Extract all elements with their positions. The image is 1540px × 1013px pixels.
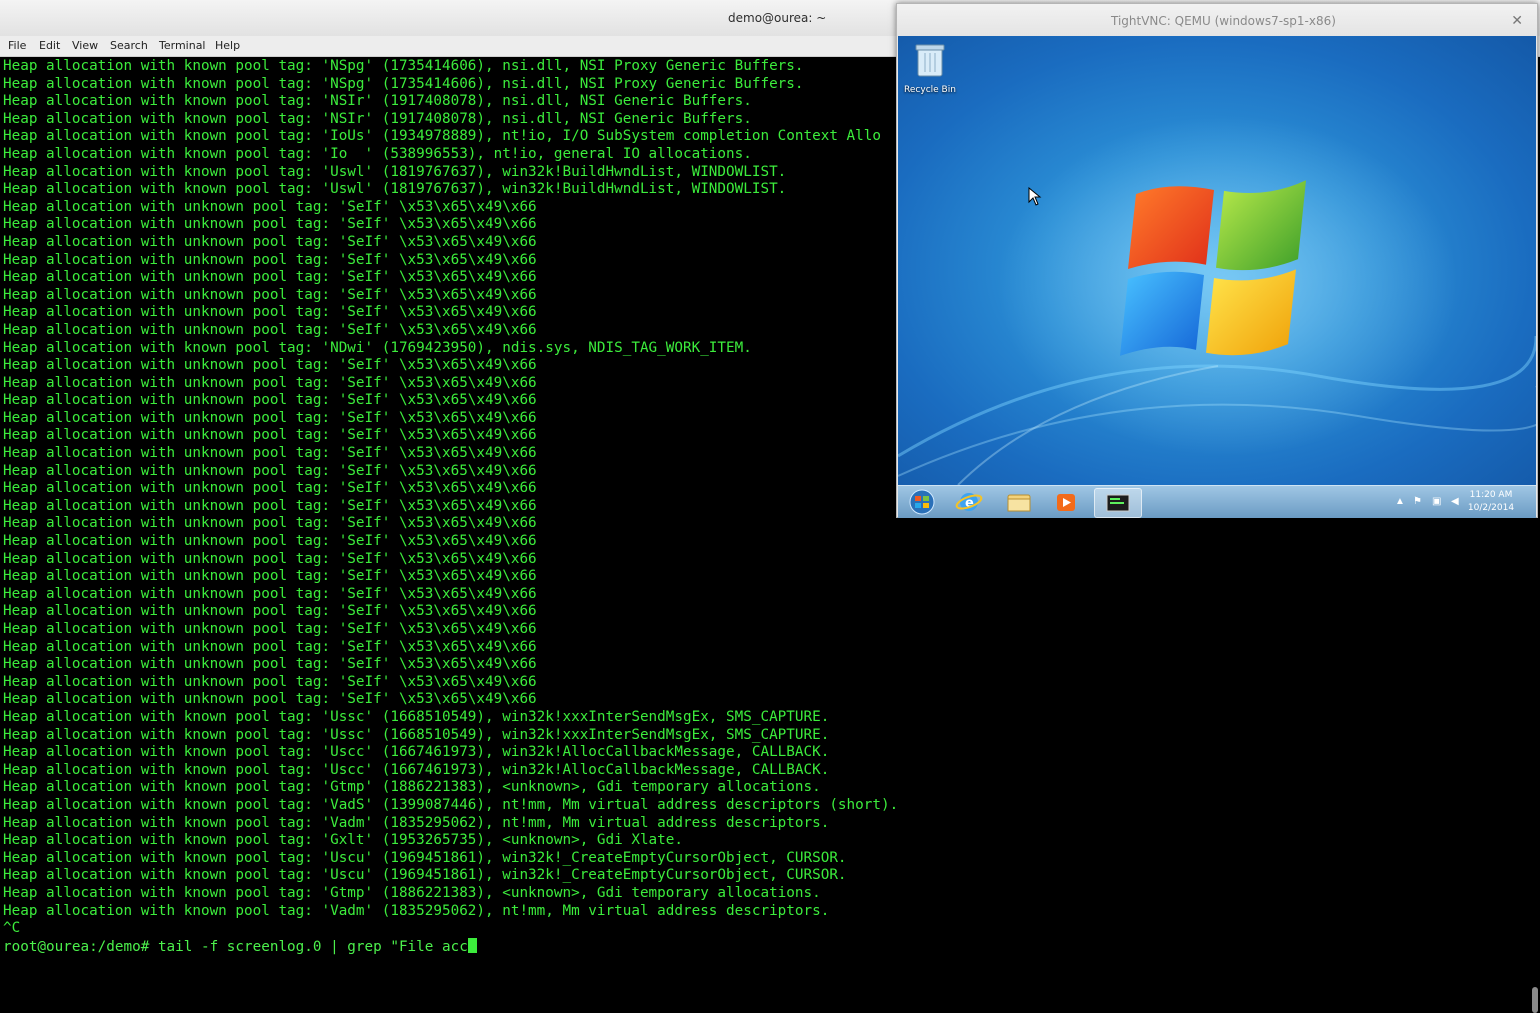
terminal-line: Heap allocation with known pool tag: 'Us… [3,726,830,743]
terminal-line: Heap allocation with known pool tag: 'NS… [3,75,804,92]
terminal-line: Heap allocation with known pool tag: 'NS… [3,93,752,110]
terminal-line: Heap allocation with unknown pool tag: '… [3,515,537,532]
terminal-line: Heap allocation with known pool tag: 'Us… [3,849,847,866]
terminal-app-icon [1106,494,1130,512]
close-icon[interactable]: ✕ [1511,12,1523,29]
terminal-line: Heap allocation with known pool tag: 'Va… [3,796,899,813]
terminal-line: Heap allocation with known pool tag: 'NS… [3,110,752,127]
terminal-line: Heap allocation with unknown pool tag: '… [3,568,537,585]
terminal-line: Heap allocation with unknown pool tag: '… [3,497,537,514]
vnc-viewer-window[interactable]: TightVNC: QEMU (windows7-sp1-x86) ✕ Recy… [896,3,1538,518]
terminal-line: Heap allocation with unknown pool tag: '… [3,357,537,374]
terminal-line: Heap allocation with known pool tag: 'Gx… [3,832,683,849]
terminal-line: Heap allocation with unknown pool tag: '… [3,269,537,286]
recycle-bin-label: Recycle Bin [904,85,956,95]
terminal-window-title: demo@ourea: ~ [728,11,827,25]
internet-explorer-icon: e [955,493,983,511]
terminal-line: Heap allocation with known pool tag: 'Io… [3,128,881,145]
desktop-wallpaper [898,116,1536,485]
menu-edit[interactable]: Edit [39,39,60,52]
terminal-line: Heap allocation with unknown pool tag: '… [3,409,537,426]
menu-help[interactable]: Help [215,39,240,52]
terminal-line: Heap allocation with unknown pool tag: '… [3,392,537,409]
terminal-line: Heap allocation with unknown pool tag: '… [3,656,537,673]
recycle-bin-icon [915,44,945,77]
start-button[interactable] [901,488,943,516]
terminal-line: Heap allocation with unknown pool tag: '… [3,603,537,620]
taskbar-internet-explorer[interactable]: e [948,488,990,516]
terminal-line: Heap allocation with unknown pool tag: '… [3,374,537,391]
shell-command-input[interactable]: tail -f screenlog.0 | grep "File acc [158,939,468,955]
volume-icon[interactable]: ◀ [1451,496,1459,507]
media-player-icon [1057,494,1075,511]
terminal-line: Heap allocation with known pool tag: 'Gt… [3,884,821,901]
windows7-desktop[interactable]: Recycle Bin [898,36,1536,485]
terminal-line: Heap allocation with unknown pool tag: '… [3,198,537,215]
vnc-window-title: TightVNC: QEMU (windows7-sp1-x86) [1111,14,1336,28]
terminal-line: Heap allocation with unknown pool tag: '… [3,480,537,497]
terminal-line: Heap allocation with unknown pool tag: '… [3,286,537,303]
terminal-line: Heap allocation with known pool tag: 'Us… [3,744,830,761]
terminal-line: ^C [3,920,21,937]
taskbar-media-player[interactable] [1046,488,1088,516]
terminal-line: Heap allocation with unknown pool tag: '… [3,621,537,637]
tray-clock-date[interactable]: 10/2/2014 [1466,503,1516,513]
desktop-icon-recycle-bin[interactable]: Recycle Bin [904,42,956,95]
terminal-line: Heap allocation with known pool tag: 'Io… [3,145,752,162]
terminal-line: Heap allocation with unknown pool tag: '… [3,673,537,690]
terminal-line: Heap allocation with unknown pool tag: '… [3,533,537,550]
menu-file[interactable]: File [8,39,26,52]
start-orb-icon [909,489,935,515]
terminal-line: Heap allocation with unknown pool tag: '… [3,585,537,602]
terminal-line: Heap allocation with unknown pool tag: '… [3,427,537,444]
terminal-line: Heap allocation with known pool tag: 'Us… [3,708,830,725]
taskbar-terminal-app[interactable] [1094,488,1142,518]
taskbar-windows-explorer[interactable] [998,488,1040,516]
terminal-scrollbar[interactable] [1532,987,1538,1013]
text-cursor [467,937,477,953]
tray-clock-time[interactable]: 11:20 AM [1466,490,1516,500]
mouse-pointer-icon [1028,187,1042,206]
terminal-line: Heap allocation with unknown pool tag: '… [3,216,537,233]
terminal-line: Heap allocation with unknown pool tag: '… [3,462,537,479]
vnc-titlebar[interactable]: TightVNC: QEMU (windows7-sp1-x86) ✕ [897,4,1537,36]
terminal-line: Heap allocation with known pool tag: 'Us… [3,163,787,180]
terminal-line: Heap allocation with known pool tag: 'Us… [3,867,847,884]
terminal-line: Heap allocation with known pool tag: 'Us… [3,761,830,778]
menu-view[interactable]: View [72,39,98,52]
terminal-line: Heap allocation with known pool tag: 'NS… [3,58,804,74]
terminal-line: Heap allocation with known pool tag: 'ND… [3,339,752,356]
terminal-line: Heap allocation with known pool tag: 'Gt… [3,779,821,796]
terminal-line: Heap allocation with unknown pool tag: '… [3,233,537,250]
terminal-line: Heap allocation with unknown pool tag: '… [3,550,537,567]
menu-search[interactable]: Search [110,39,148,52]
terminal-line: Heap allocation with known pool tag: 'Us… [3,181,787,198]
terminal-line: Heap allocation with known pool tag: 'Va… [3,814,830,831]
show-hidden-icons-icon[interactable]: ▲ [1395,496,1405,507]
terminal-line: Heap allocation with unknown pool tag: '… [3,638,537,655]
terminal-line: Heap allocation with unknown pool tag: '… [3,445,537,462]
terminal-line: Heap allocation with unknown pool tag: '… [3,251,537,268]
terminal-line: Heap allocation with known pool tag: 'Va… [3,902,830,919]
windows-explorer-icon [1007,494,1031,512]
network-icon[interactable]: ▣ [1432,496,1441,507]
terminal-line: Heap allocation with unknown pool tag: '… [3,691,537,708]
terminal-line: Heap allocation with unknown pool tag: '… [3,321,537,338]
terminal-line: Heap allocation with unknown pool tag: '… [3,304,537,321]
action-center-flag-icon[interactable]: ⚑ [1413,496,1422,507]
windows-taskbar: e ▲ ⚑ ▣ ◀ 11:20 AM 10/2/2014 [898,485,1536,518]
terminal-output: Heap allocation with known pool tag: 'NS… [3,58,898,955]
shell-prompt: root@ourea:/demo# [3,938,158,955]
menu-terminal[interactable]: Terminal [159,39,206,52]
terminal-prompt-line[interactable]: root@ourea:/demo# tail -f screenlog.0 | … [3,937,898,956]
